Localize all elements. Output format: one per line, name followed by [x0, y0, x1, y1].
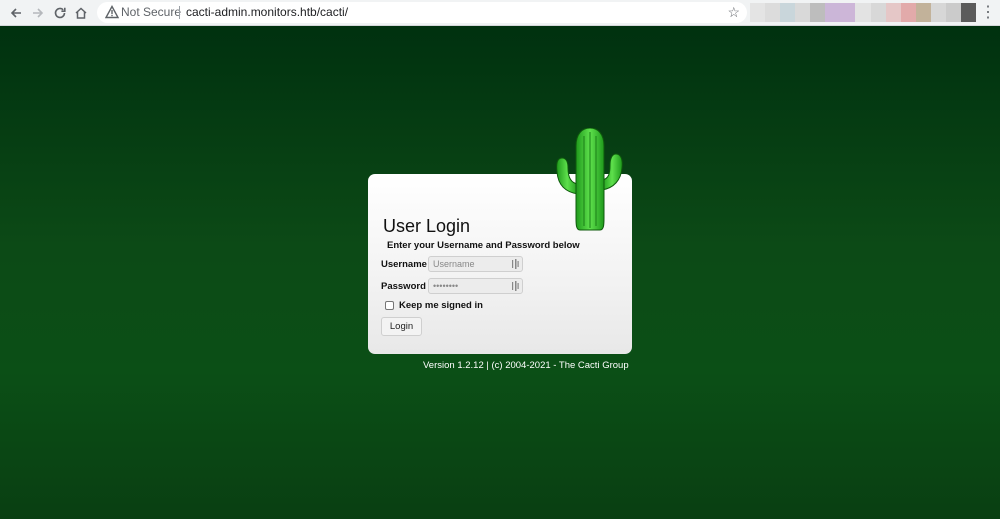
- extension-icon[interactable]: [960, 3, 976, 22]
- divider: [179, 6, 180, 19]
- extension-icon[interactable]: [840, 3, 856, 22]
- more-menu-icon[interactable]: ⋮: [980, 3, 996, 23]
- keep-signed-in-checkbox[interactable]: [385, 301, 394, 310]
- extension-icon[interactable]: [765, 3, 781, 22]
- version-footer: Version 1.2.12 | (c) 2004-2021 - The Cac…: [423, 360, 629, 371]
- address-bar[interactable]: Not Secure cacti-admin.monitors.htb/cact…: [97, 2, 747, 23]
- username-label: Username: [381, 259, 427, 270]
- extension-icon[interactable]: [885, 3, 901, 22]
- back-button[interactable]: [6, 3, 26, 23]
- password-manager-icon[interactable]: [512, 281, 519, 291]
- forward-button[interactable]: [28, 3, 48, 23]
- username-input[interactable]: Username: [428, 256, 523, 272]
- arrow-left-icon: [10, 8, 21, 18]
- login-button[interactable]: Login: [381, 317, 422, 336]
- security-status[interactable]: Not Secure: [121, 5, 181, 20]
- login-subtitle: Enter your Username and Password below: [387, 240, 580, 251]
- extension-icon[interactable]: [900, 3, 916, 22]
- page-background: User Login Enter your Username and Passw…: [0, 26, 1000, 519]
- cacti-logo-icon: [556, 128, 623, 231]
- warning-icon[interactable]: [105, 5, 119, 19]
- extension-icon[interactable]: [750, 3, 766, 22]
- arrow-right-icon: [33, 8, 44, 18]
- extension-icon[interactable]: [870, 3, 886, 22]
- extension-icon[interactable]: [930, 3, 946, 22]
- username-placeholder: Username: [433, 259, 475, 269]
- password-label: Password: [381, 281, 426, 292]
- home-icon: [75, 7, 87, 19]
- extension-icon[interactable]: [810, 3, 826, 22]
- page-title: User Login: [383, 216, 471, 236]
- password-masked-value: ••••••••: [433, 281, 459, 291]
- bookmark-star-icon[interactable]: ☆: [727, 4, 740, 20]
- extension-icon[interactable]: [855, 3, 871, 22]
- keep-signed-in-label[interactable]: Keep me signed in: [399, 300, 483, 311]
- extension-icon[interactable]: [795, 3, 811, 22]
- home-button[interactable]: [71, 3, 91, 23]
- password-manager-icon[interactable]: [512, 259, 519, 269]
- extension-icon[interactable]: [945, 3, 961, 22]
- extension-icon[interactable]: [915, 3, 931, 22]
- reload-icon: [54, 7, 66, 19]
- browser-toolbar: Not Secure cacti-admin.monitors.htb/cact…: [0, 0, 1000, 26]
- password-input[interactable]: ••••••••: [428, 278, 523, 294]
- extension-icon[interactable]: [780, 3, 796, 22]
- extensions-area[interactable]: [750, 3, 976, 22]
- reload-button[interactable]: [50, 3, 70, 23]
- url-text[interactable]: cacti-admin.monitors.htb/cacti/: [186, 5, 348, 20]
- extension-icon[interactable]: [825, 3, 841, 22]
